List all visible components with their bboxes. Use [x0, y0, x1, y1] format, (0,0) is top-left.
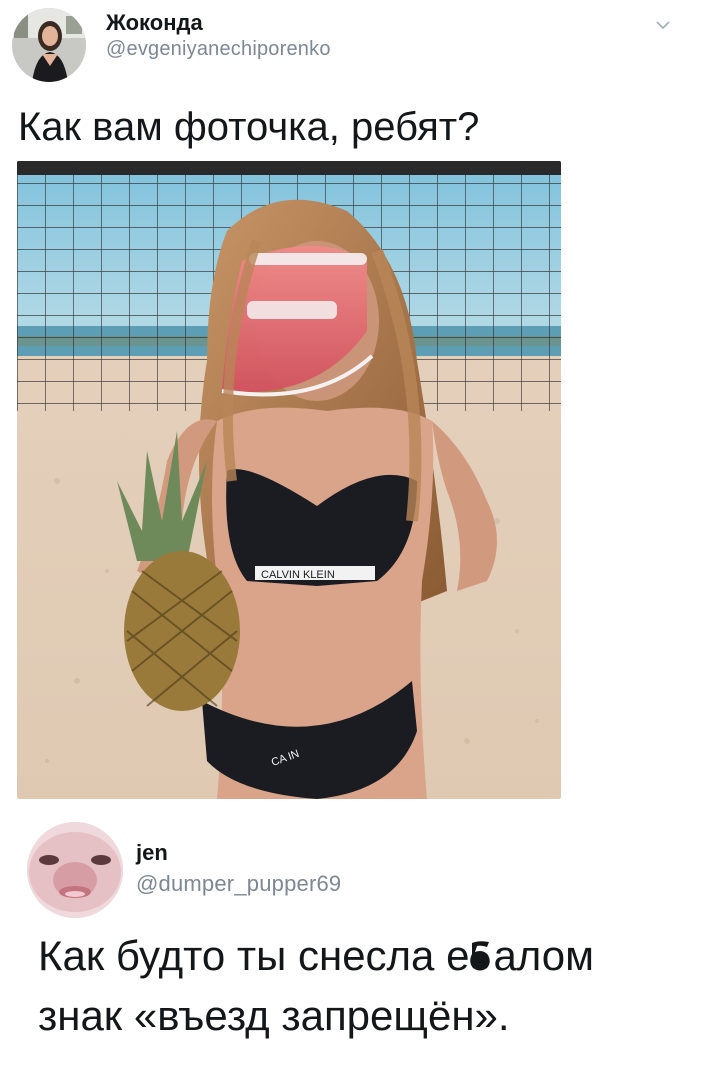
reply-text-line1: Как будто ты снесла е	[38, 932, 470, 979]
beach-photo-image: CALVIN KLEIN CA IN	[17, 161, 561, 799]
reply-text-line2: знак «въезд запрещён».	[38, 992, 510, 1039]
author-name[interactable]: Жоконда	[106, 10, 203, 36]
author-handle[interactable]: @evgeniyanechiporenko	[106, 38, 331, 61]
b-glyph-icon	[469, 930, 493, 971]
bikini-brand-text: CALVIN KLEIN	[261, 569, 335, 581]
reply-author-handle[interactable]: @dumper_pupper69	[136, 871, 341, 897]
reply-author-avatar[interactable]	[27, 822, 123, 918]
author-avatar[interactable]	[12, 8, 86, 82]
reply-author-name[interactable]: jen	[136, 840, 168, 866]
chevron-down-icon[interactable]	[656, 18, 670, 32]
tweet-text: Как вам фоточка, ребят?	[18, 105, 480, 149]
original-tweet: Жоконда @evgeniyanechiporenko Как вам фо…	[0, 0, 702, 812]
reply-text: Как будто ты снесла е алом знак «въезд за…	[38, 926, 688, 1046]
tweet-photo[interactable]: CALVIN KLEIN CA IN	[17, 161, 561, 799]
reply-text-line1-tail: алом	[493, 932, 595, 979]
